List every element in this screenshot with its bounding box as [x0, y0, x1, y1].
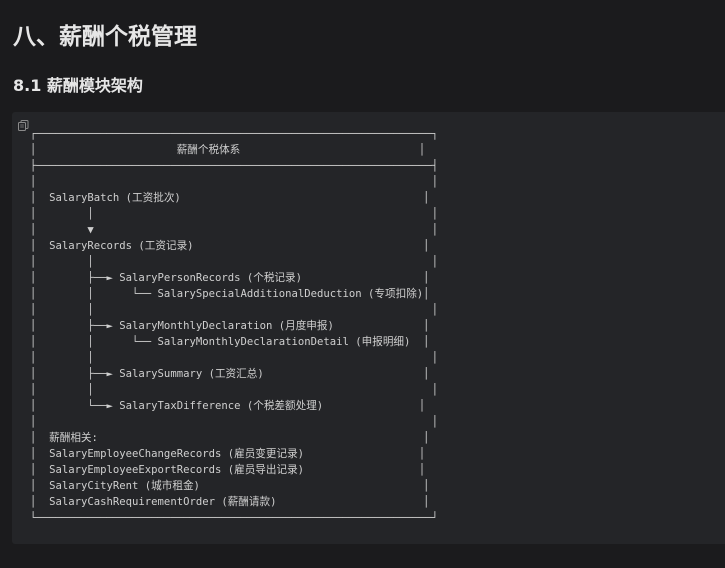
code-block: ┌───────────────────────────────────────…	[12, 112, 725, 544]
section-heading: 八、薪酬个税管理	[13, 24, 197, 50]
subsection-heading: 8.1 薪酬模块架构	[13, 76, 143, 95]
architecture-diagram-text: ┌───────────────────────────────────────…	[30, 128, 439, 524]
copy-icon[interactable]	[18, 116, 29, 131]
